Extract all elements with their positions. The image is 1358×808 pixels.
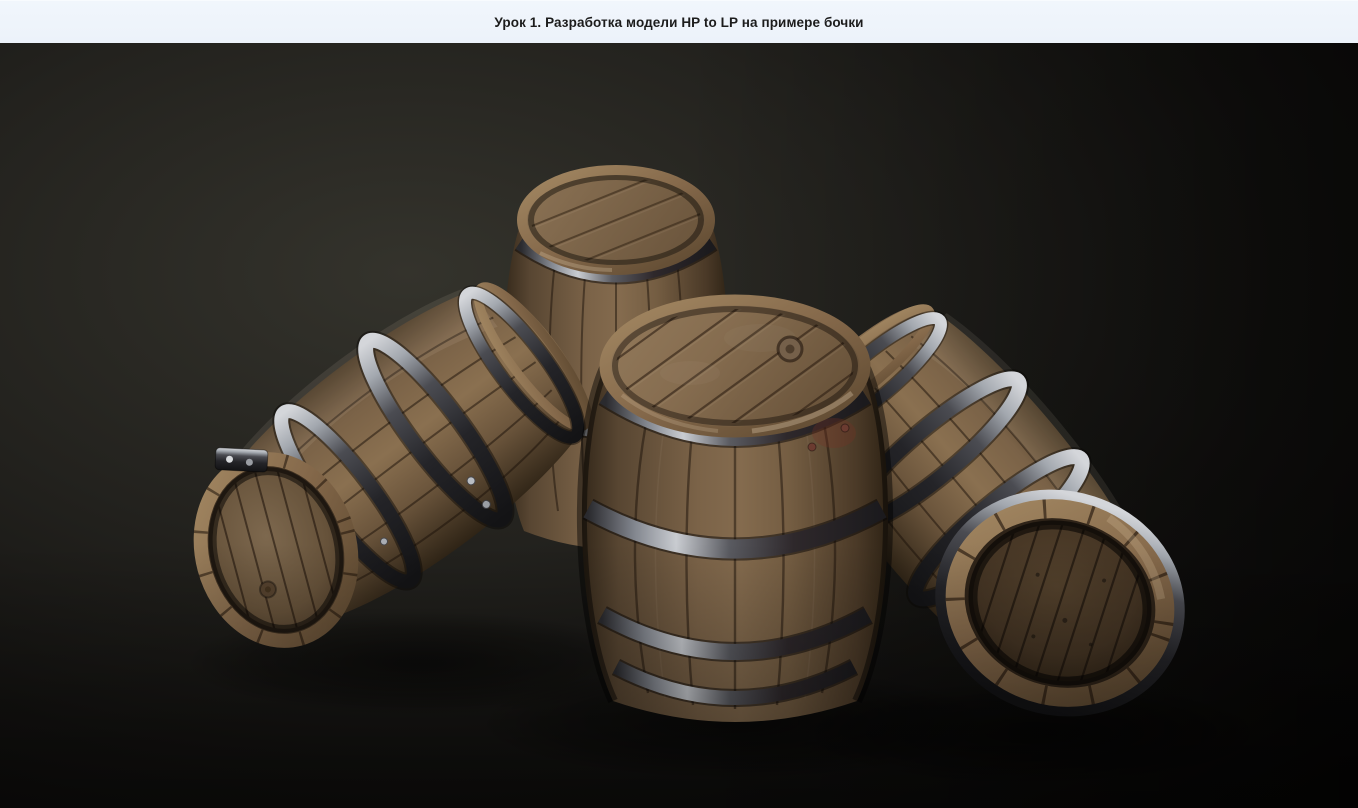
barrels-render: вертикальная бочка (задняя) (0, 43, 1358, 808)
render-viewport: вертикальная бочка (задняя) (0, 43, 1358, 808)
barrel-left-metal-patch (215, 448, 268, 473)
lesson-title-bar: Урок 1. Разработка модели HP to LP на пр… (0, 0, 1358, 43)
lesson-title: Урок 1. Разработка модели HP to LP на пр… (494, 15, 863, 30)
bottom-vignette (0, 543, 1358, 808)
lesson-page: Урок 1. Разработка модели HP to LP на пр… (0, 0, 1358, 808)
